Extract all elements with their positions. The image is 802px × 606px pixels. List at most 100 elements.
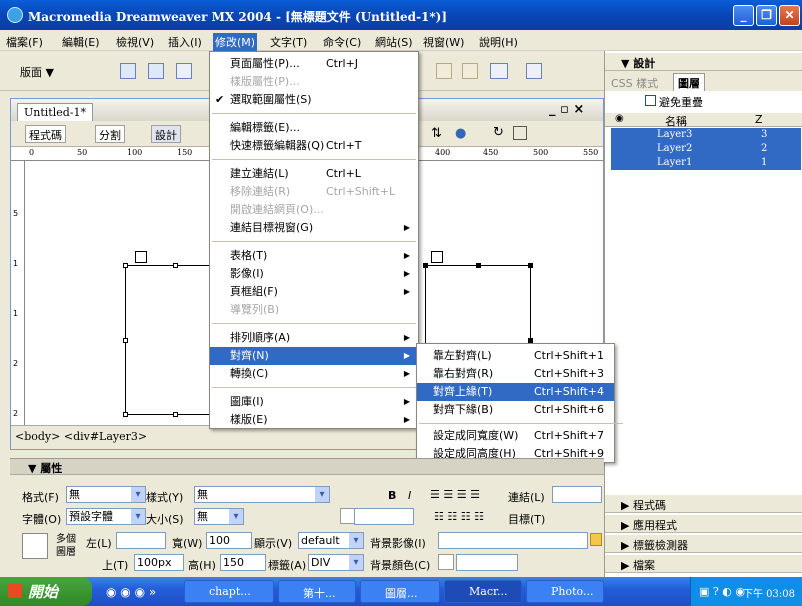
visibility-eye-icon[interactable]: ◉ [615, 113, 624, 124]
submenu-item-align-right[interactable]: 靠右對齊(R) Ctrl+Shift+3 [417, 365, 614, 383]
split-view-button[interactable]: 分割 [95, 125, 125, 143]
layer-row[interactable]: Layer3 3 [611, 128, 801, 142]
italic-button[interactable]: I [408, 489, 411, 502]
resize-handle[interactable] [123, 338, 128, 343]
view-options-icon[interactable] [513, 126, 527, 140]
menu-item-image[interactable]: 影像(I) ▶ [210, 265, 418, 283]
prevent-overlap-checkbox[interactable] [645, 95, 656, 106]
design-view-button[interactable]: 設計 [151, 125, 181, 143]
menu-window[interactable]: 視窗(W) [423, 34, 464, 50]
menu-item-library[interactable]: 圖庫(I) ▶ [210, 393, 418, 411]
taskbar-button-word[interactable]: 第十... [278, 580, 356, 603]
resize-handle[interactable] [123, 412, 128, 417]
size-select[interactable]: 無 [194, 508, 244, 525]
menu-text[interactable]: 文字(T) [270, 34, 307, 50]
align-buttons-icon[interactable]: ☰ ☰ ☰ ☰ [430, 488, 480, 501]
width-input[interactable]: 100 [206, 532, 252, 549]
tabular-data-icon[interactable] [462, 63, 478, 79]
submenu-item-same-width[interactable]: 設定成同寬度(W) Ctrl+Shift+7 [417, 427, 614, 445]
file-management-icon[interactable]: ⇅ [431, 126, 442, 141]
resize-handle[interactable] [528, 263, 533, 268]
resize-handle[interactable] [423, 263, 428, 268]
bg-color-swatch[interactable] [438, 554, 454, 570]
menu-item-frameset[interactable]: 頁框組(F) ▶ [210, 283, 418, 301]
iframe-icon[interactable] [526, 63, 542, 79]
menu-edit[interactable]: 編輯(E) [62, 34, 100, 50]
font-select[interactable]: 預設字體 [66, 508, 146, 525]
col-name[interactable]: 名稱 [665, 113, 687, 129]
resize-handle[interactable] [173, 263, 178, 268]
layer-selection-tab-icon[interactable] [135, 251, 147, 263]
folder-icon[interactable] [590, 533, 602, 546]
panel-files[interactable]: ▶ 檔案 [605, 555, 802, 573]
bg-image-input[interactable] [438, 532, 588, 549]
taskbar-button-photoshop[interactable]: Photo... [526, 580, 604, 603]
bold-button[interactable]: B [388, 489, 396, 502]
tag-selector-path[interactable]: <body> <div#Layer3> [15, 430, 147, 443]
submenu-item-align-bottom[interactable]: 對齊下緣(B) Ctrl+Shift+6 [417, 401, 614, 419]
menu-insert[interactable]: 插入(I) [168, 34, 202, 50]
menu-item-align[interactable]: 對齊(N) ▶ [210, 347, 418, 365]
tag-select[interactable]: DIV [308, 554, 364, 571]
code-view-button[interactable]: 程式碼 [25, 125, 66, 143]
tray-icons[interactable]: ▣ ? ◐ ◉ [699, 585, 745, 598]
left-input[interactable] [116, 532, 166, 549]
style-select[interactable]: 無 [194, 486, 330, 503]
minimize-button[interactable]: _ [733, 5, 754, 26]
layer-row[interactable]: Layer1 1 [611, 156, 801, 170]
tab-css-styles[interactable]: CSS 樣式 [611, 75, 658, 91]
refresh-icon[interactable]: ↻ [493, 125, 504, 140]
taskbar-button-macromedia[interactable]: Macr... [444, 580, 522, 603]
menu-site[interactable]: 網站(S) [375, 34, 413, 50]
layout-table-icon[interactable] [148, 63, 164, 79]
menu-item-link-target[interactable]: 連結目標視窗(G) ▶ [210, 219, 418, 237]
menu-commands[interactable]: 命令(C) [323, 34, 361, 50]
format-select[interactable]: 無 [66, 486, 146, 503]
menu-item-convert[interactable]: 轉換(C) ▶ [210, 365, 418, 383]
menu-file[interactable]: 檔案(F) [6, 34, 43, 50]
draw-layer-icon[interactable] [176, 63, 192, 79]
frames-icon[interactable] [436, 63, 452, 79]
resize-handle[interactable] [123, 263, 128, 268]
height-input[interactable]: 150 [220, 554, 266, 571]
close-button[interactable]: ✕ [779, 5, 800, 26]
menu-help[interactable]: 說明(H) [479, 34, 518, 50]
menu-view[interactable]: 檢視(V) [116, 34, 154, 50]
text-color-input[interactable] [354, 508, 414, 525]
top-input[interactable]: 100px [134, 554, 184, 571]
layer-selection-tab-icon[interactable] [431, 251, 443, 263]
submenu-item-align-left[interactable]: 靠左對齊(L) Ctrl+Shift+1 [417, 347, 614, 365]
taskbar-button-chapter[interactable]: chapt... [184, 580, 274, 603]
menu-item-make-link[interactable]: 建立連結(L) Ctrl+L [210, 165, 418, 183]
submenu-item-align-top[interactable]: 對齊上緣(T) Ctrl+Shift+4 [417, 383, 614, 401]
menu-modify[interactable]: 修改(M) [213, 33, 258, 51]
preview-browser-icon[interactable]: ● [455, 126, 466, 141]
resize-handle[interactable] [476, 263, 481, 268]
document-window-controls[interactable]: _ ▫ × [549, 102, 584, 117]
panel-tag-inspector[interactable]: ▶ 標籤檢測器 [605, 535, 802, 553]
visibility-select[interactable]: default [298, 532, 364, 549]
taskbar-button-layers[interactable]: 圖層... [360, 580, 440, 603]
menu-item-edit-tag[interactable]: 編輯標籤(E)... [210, 119, 418, 137]
frameset-dropdown-icon[interactable] [490, 63, 508, 79]
property-header[interactable]: ▼ 屬性 [10, 459, 604, 475]
bg-color-input[interactable] [456, 554, 518, 571]
menu-item-templates[interactable]: 樣版(E) ▶ [210, 411, 418, 429]
list-indent-icon[interactable]: ☷ ☷ ☷ ☷ [434, 510, 484, 523]
panel-application[interactable]: ▶ 應用程式 [605, 515, 802, 533]
quick-launch-icons[interactable]: ◉ ◉ ◉ » [106, 585, 156, 599]
menu-item-selection-properties[interactable]: ✔ 選取範圍屬性(S) [210, 91, 418, 109]
tab-layers[interactable]: 圖層 [673, 73, 705, 92]
menu-item-table[interactable]: 表格(T) ▶ [210, 247, 418, 265]
document-tab[interactable]: Untitled-1* [17, 103, 93, 121]
table-icon[interactable] [120, 63, 136, 79]
col-z[interactable]: Z [755, 113, 763, 126]
start-button[interactable]: 開始 [0, 577, 92, 606]
link-input[interactable] [552, 486, 602, 503]
design-panel-header[interactable]: ▼ 設計 [605, 53, 802, 71]
resize-handle[interactable] [173, 412, 178, 417]
layer-row[interactable]: Layer2 2 [611, 142, 801, 156]
menu-item-page-properties[interactable]: 頁面屬性(P)... Ctrl+J [210, 55, 418, 73]
menu-item-arrange[interactable]: 排列順序(A) ▶ [210, 329, 418, 347]
panel-code[interactable]: ▶ 程式碼 [605, 495, 802, 513]
